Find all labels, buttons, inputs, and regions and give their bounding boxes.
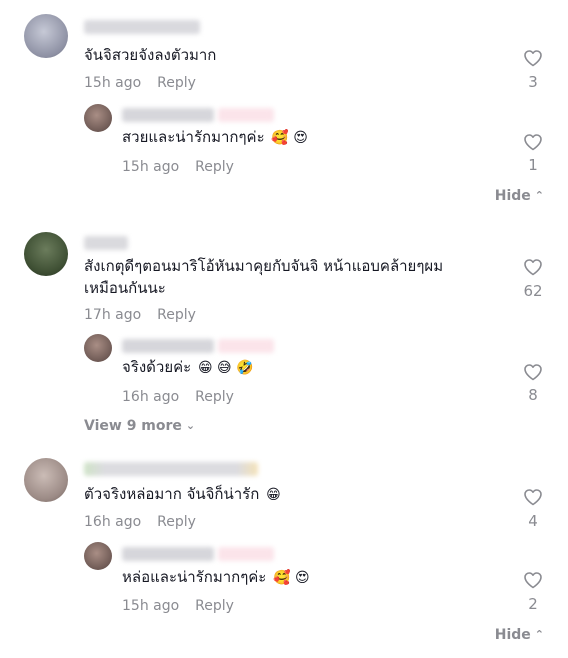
username[interactable] <box>84 462 258 476</box>
reply-meta: 15h ago Reply <box>122 158 234 176</box>
reply-text: จริงด้วยค่ะ 😁 😅 🤣 <box>122 356 254 379</box>
hide-replies-button[interactable]: Hide ⌃ <box>495 627 544 643</box>
chevron-up-icon: ⌃ <box>534 189 544 202</box>
hide-label: Hide <box>494 627 531 643</box>
comment-text-line-2: เหมือนกันนะ <box>84 279 166 297</box>
comment-text-line-1: สังเกตุดีๆตอนมาริโอ้หันมาคุยกับจันจิ หน้… <box>84 257 444 275</box>
reply-text-body: หล่อและน่ารักมากๆค่ะ <box>122 568 267 586</box>
like-count: 3 <box>528 73 538 91</box>
emoji: 😁 😅 🤣 <box>198 360 254 376</box>
avatar[interactable] <box>84 542 112 570</box>
hide-label: Hide <box>494 188 531 204</box>
view-more-label: View 9 more <box>84 418 182 434</box>
creator-badge <box>218 547 274 561</box>
username[interactable] <box>122 547 214 561</box>
username[interactable] <box>122 108 214 122</box>
heart-outline-icon[interactable] <box>523 488 543 506</box>
emoji: 🥰 😍 <box>271 130 308 146</box>
hide-replies-button[interactable]: Hide ⌃ <box>495 188 544 204</box>
username[interactable] <box>84 20 200 34</box>
reply-button[interactable]: Reply <box>195 598 234 614</box>
creator-badge <box>218 339 274 353</box>
timestamp: 16h ago <box>122 389 180 405</box>
heart-outline-icon[interactable] <box>523 133 543 151</box>
like-count: 62 <box>523 282 543 300</box>
comment-meta: 16h ago Reply <box>84 513 196 531</box>
avatar[interactable] <box>24 458 68 502</box>
avatar[interactable] <box>24 232 68 276</box>
comment-text: ตัวจริงหล่อมาก จันจิก็น่ารัก 😁 <box>84 483 281 506</box>
reply-text-body: สวยและน่ารักมากๆค่ะ <box>122 128 265 146</box>
timestamp: 15h ago <box>84 75 142 91</box>
like-count: 1 <box>528 156 538 174</box>
heart-outline-icon[interactable] <box>523 363 543 381</box>
timestamp: 16h ago <box>84 514 142 530</box>
heart-outline-icon[interactable] <box>523 571 543 589</box>
timestamp: 15h ago <box>122 159 180 175</box>
creator-badge <box>218 108 274 122</box>
chevron-up-icon: ⌃ <box>534 628 544 641</box>
reply-text: สวยและน่ารักมากๆค่ะ 🥰 😍 <box>122 126 308 149</box>
reply-button[interactable]: Reply <box>157 75 196 91</box>
reply-button[interactable]: Reply <box>157 307 196 323</box>
comment-meta: 17h ago Reply <box>84 306 196 324</box>
timestamp: 17h ago <box>84 307 142 323</box>
avatar[interactable] <box>24 14 68 58</box>
comment-meta: 15h ago Reply <box>84 74 196 92</box>
like-count: 8 <box>528 386 538 404</box>
comment-text-body: ตัวจริงหล่อมาก จันจิก็น่ารัก <box>84 485 260 503</box>
reply-meta: 15h ago Reply <box>122 597 234 615</box>
reply-text: หล่อและน่ารักมากๆค่ะ 🥰 😍 <box>122 566 310 589</box>
timestamp: 15h ago <box>122 598 180 614</box>
heart-outline-icon[interactable] <box>523 49 543 67</box>
like-count: 4 <box>528 512 538 530</box>
reply-button[interactable]: Reply <box>157 514 196 530</box>
emoji: 🥰 😍 <box>273 570 310 586</box>
chevron-down-icon: ⌄ <box>185 419 196 432</box>
reply-meta: 16h ago Reply <box>122 388 234 406</box>
avatar[interactable] <box>84 334 112 362</box>
avatar[interactable] <box>84 104 112 132</box>
username[interactable] <box>122 339 214 353</box>
reply-button[interactable]: Reply <box>195 389 234 405</box>
reply-text-body: จริงด้วยค่ะ <box>122 358 192 376</box>
view-more-replies-button[interactable]: View 9 more ⌄ <box>84 418 195 434</box>
reply-button[interactable]: Reply <box>195 159 234 175</box>
username[interactable] <box>84 236 128 250</box>
heart-outline-icon[interactable] <box>523 258 543 276</box>
like-count: 2 <box>528 595 538 613</box>
comment-text: จันจิสวยจังลงตัวมาก <box>84 46 217 64</box>
emoji: 😁 <box>266 487 281 503</box>
